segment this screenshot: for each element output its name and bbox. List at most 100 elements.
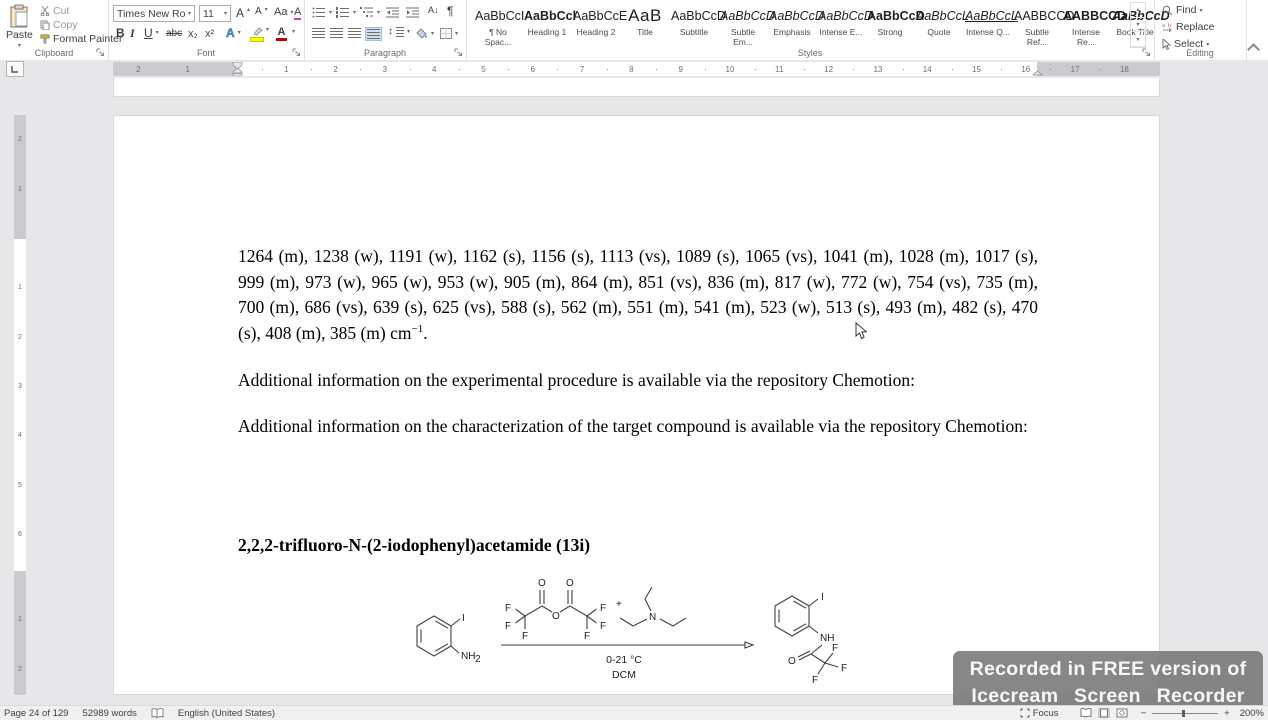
- language-indicator[interactable]: English (United States): [178, 708, 275, 719]
- print-layout-icon[interactable]: [1097, 708, 1110, 718]
- zoom-in-button[interactable]: +: [1224, 708, 1230, 719]
- style-chip-heading-2[interactable]: AaBbCcE Heading 2: [572, 2, 627, 46]
- change-case-button[interactable]: Aa ▾: [274, 7, 293, 18]
- experimental-info-paragraph: Additional information on the experiment…: [238, 370, 915, 390]
- find-dropdown-icon[interactable]: ▾: [1199, 8, 1202, 14]
- font-name-combo[interactable]: Times New Ro ▾: [113, 5, 195, 22]
- word-count[interactable]: 52989 words: [82, 708, 136, 719]
- ruler-number: 11: [775, 65, 784, 74]
- line-spacing-dropdown-icon[interactable]: ▾: [407, 29, 410, 35]
- align-center-button[interactable]: [330, 28, 343, 38]
- paste-button[interactable]: Paste ▾: [6, 4, 33, 49]
- page-indicator[interactable]: Page 24 of 129: [4, 708, 68, 719]
- font-dialog-launcher-icon[interactable]: [292, 48, 301, 57]
- numbering-dropdown-icon[interactable]: ▾: [353, 10, 356, 16]
- right-indent-marker-icon[interactable]: [1032, 69, 1043, 76]
- font-name-dropdown-icon[interactable]: ▾: [188, 10, 191, 17]
- style-chip-title[interactable]: AaB Title: [621, 2, 669, 46]
- styles-dialog-launcher-icon[interactable]: [1142, 48, 1151, 57]
- document-area[interactable]: 2 1 1 2 3 4 5 6 1 2 1264 (m), 1238 (w), 1191 (w),…: [0, 78, 1268, 705]
- shading-dropdown-icon[interactable]: ▾: [431, 31, 434, 37]
- horizontal-ruler[interactable]: 2 1 1 2 3 4 5 6 7 8 9 10 11 12 13 14 15 16 17 18: [113, 62, 1160, 76]
- multilevel-dropdown-icon[interactable]: ▾: [377, 10, 380, 16]
- borders-button[interactable]: ▾: [440, 28, 458, 39]
- document-page[interactable]: 1264 (m), 1238 (w), 1191 (w), 1162 (s), …: [113, 115, 1160, 695]
- style-chip-intense-re[interactable]: AABBCCD Intense Re...: [1062, 2, 1126, 47]
- watermark-line1: Recorded in FREE version of: [969, 658, 1247, 680]
- borders-dropdown-icon[interactable]: ▾: [455, 31, 458, 37]
- font-color-dropdown[interactable]: ▾: [292, 29, 295, 35]
- bullets-dropdown-icon[interactable]: ▾: [329, 10, 332, 16]
- highlight-dropdown[interactable]: ▾: [266, 27, 269, 33]
- font-size-dropdown-icon[interactable]: ▾: [224, 10, 227, 17]
- shrink-font-button[interactable]: A ▾: [255, 7, 268, 17]
- vertical-ruler[interactable]: 2 1 1 2 3 4 5 6 1 2: [14, 115, 26, 695]
- collapse-ribbon-icon[interactable]: [1247, 43, 1260, 56]
- bold-button[interactable]: B: [116, 27, 125, 39]
- zoom-out-button[interactable]: −: [1141, 708, 1147, 719]
- justify-button[interactable]: [365, 27, 382, 41]
- clipboard-dialog-launcher-icon[interactable]: [96, 48, 105, 57]
- clear-formatting-button[interactable]: A: [294, 7, 302, 20]
- style-name: Quote: [927, 27, 951, 37]
- grow-font-button[interactable]: A ▴: [236, 7, 250, 19]
- style-chip-strong[interactable]: AaBbCcD Strong: [866, 2, 925, 46]
- read-mode-icon[interactable]: [1080, 708, 1092, 718]
- strikethrough-button[interactable]: abc: [166, 29, 182, 39]
- numbering-button[interactable]: ▾: [336, 7, 356, 18]
- bullets-button[interactable]: ▾: [312, 7, 332, 18]
- indent-markers-icon[interactable]: [232, 62, 243, 76]
- multilevel-list-button[interactable]: ▾: [360, 7, 380, 18]
- style-chip-no-spac[interactable]: AaBbCcI ¶ No Spac...: [474, 2, 524, 47]
- subscript-button[interactable]: x₂: [188, 29, 198, 40]
- replace-button[interactable]: ab Replace: [1162, 22, 1215, 33]
- shrink-font-icon: A: [255, 6, 262, 17]
- style-chip-quote[interactable]: AaBbCcL Quote: [915, 2, 969, 46]
- web-layout-icon[interactable]: [1116, 708, 1128, 718]
- ruler-number: 4: [431, 65, 437, 74]
- proofing-status-icon[interactable]: [151, 707, 164, 719]
- style-chip-intense-q[interactable]: AaBbCcL Intense Q...: [964, 2, 1018, 46]
- focus-mode-button[interactable]: Focus: [1033, 708, 1059, 719]
- style-chip-subtitle[interactable]: AaBbCcD Subtitle: [670, 2, 726, 46]
- style-preview: AaBbCcL: [965, 9, 1018, 23]
- style-chip-emphasis[interactable]: AaBbCcD Emphasis: [768, 2, 824, 46]
- style-chip-subtle-em[interactable]: AaBbCcD Subtle Em...: [719, 2, 775, 47]
- styles-scroll-up-icon[interactable]: ▴: [1131, 3, 1145, 18]
- superscript-button[interactable]: x²: [205, 29, 214, 40]
- text-effects-button[interactable]: A ▾: [226, 27, 241, 40]
- find-button[interactable]: Find ▾: [1162, 5, 1202, 16]
- align-left-button[interactable]: [312, 28, 325, 38]
- paragraph-dialog-launcher-icon[interactable]: [454, 48, 463, 57]
- ruler-number: 17: [1070, 65, 1080, 74]
- style-chip-intense-e[interactable]: AaBbCcD Intense E...: [817, 2, 873, 46]
- highlight-color-button[interactable]: [250, 27, 264, 42]
- styles-gallery-more-icon[interactable]: ▾: [1131, 32, 1145, 48]
- ruler-tick: [902, 69, 904, 70]
- zoom-slider[interactable]: [1152, 709, 1219, 717]
- underline-button[interactable]: U ▾: [144, 27, 159, 39]
- line-spacing-button[interactable]: ↕ ▾: [388, 27, 410, 37]
- style-chip-heading-1[interactable]: AaBbCcl Heading 1: [523, 2, 576, 46]
- zoom-slider-thumb[interactable]: [1182, 709, 1186, 717]
- italic-button[interactable]: I: [130, 27, 135, 39]
- decrease-indent-button[interactable]: [386, 7, 400, 18]
- zoom-level[interactable]: 200%: [1240, 708, 1264, 719]
- increase-indent-button[interactable]: [406, 7, 420, 18]
- copy-button[interactable]: Copy: [40, 20, 78, 31]
- sort-button[interactable]: A↓: [428, 6, 439, 15]
- cut-button[interactable]: Cut: [40, 6, 69, 17]
- underline-dropdown-icon[interactable]: ▾: [156, 30, 159, 36]
- select-dropdown-icon[interactable]: ▾: [1206, 42, 1209, 48]
- highlight-pen-icon: [253, 27, 263, 36]
- align-right-button[interactable]: [348, 28, 361, 38]
- style-preview: AaBbCcD: [867, 9, 925, 23]
- styles-scroll-down-icon[interactable]: ▾: [1131, 18, 1145, 33]
- font-size-combo[interactable]: 11 ▾: [199, 5, 231, 22]
- tab-selector[interactable]: [6, 61, 24, 77]
- shading-button[interactable]: ▾: [416, 28, 434, 39]
- font-color-button[interactable]: A: [276, 27, 287, 41]
- show-formatting-button[interactable]: ¶: [447, 5, 453, 17]
- text-effects-dropdown-icon[interactable]: ▾: [238, 30, 241, 36]
- style-chip-subtle-ref[interactable]: AABBCCD Subtle Ref...: [1013, 2, 1074, 47]
